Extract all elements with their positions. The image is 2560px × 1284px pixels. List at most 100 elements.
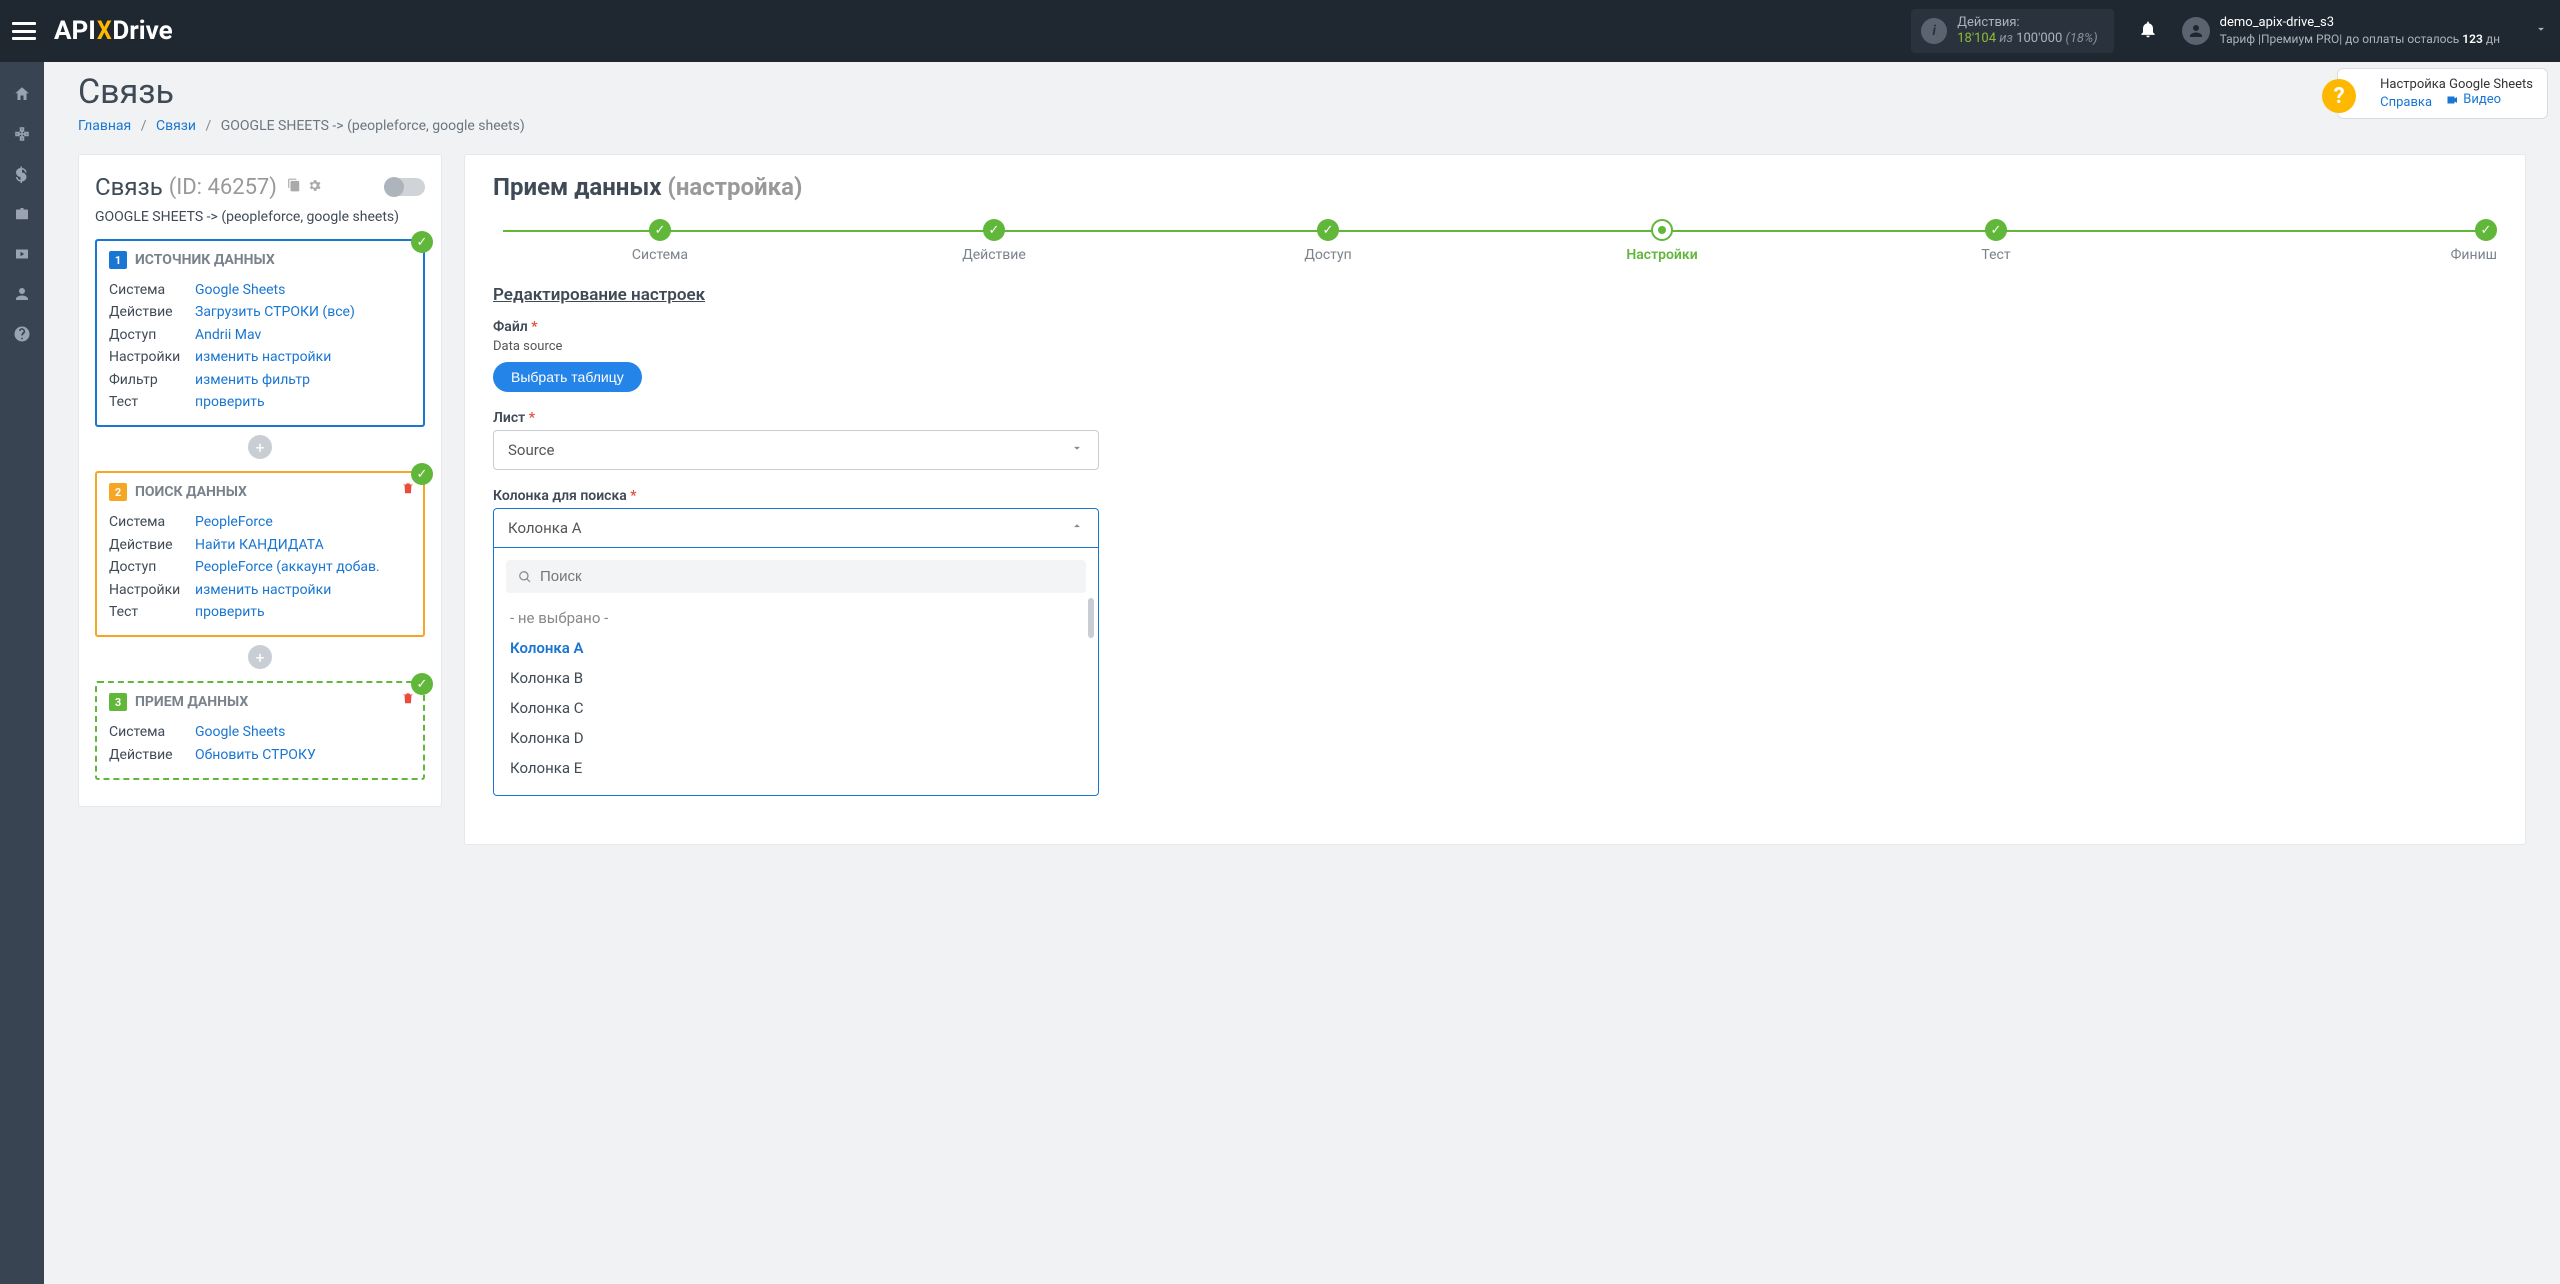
logo-text-x: X (97, 16, 112, 46)
nav-video-icon[interactable] (0, 234, 44, 274)
card-source: ✓ 1ИСТОЧНИК ДАННЫХ СистемаGoogle Sheets … (95, 239, 425, 427)
bell-icon[interactable] (2138, 19, 2158, 43)
add-step-button[interactable]: + (248, 435, 272, 459)
section-title: Редактирование настроек (493, 285, 2497, 305)
card1-settings[interactable]: изменить настройки (195, 346, 331, 368)
sheet-select[interactable]: Source (493, 430, 1099, 470)
dropdown-search[interactable] (506, 560, 1086, 593)
stepper: ✓Система ✓Действие ✓Доступ Настройки ✓Те… (493, 219, 2497, 263)
days-num: 123 (2462, 32, 2483, 46)
actions-of: из (1999, 31, 2013, 46)
step-dot[interactable]: ✓ (1985, 219, 2007, 241)
hamburger-icon[interactable] (12, 22, 36, 40)
step-dot-active[interactable] (1651, 219, 1673, 241)
card1-system[interactable]: Google Sheets (195, 279, 285, 301)
sheet-value: Source (508, 441, 554, 459)
breadcrumb-current: GOOGLE SHEETS -> (peopleforce, google sh… (221, 118, 525, 134)
chevron-down-icon (1070, 441, 1084, 459)
left-panel: Связь (ID: 46257) GOOGLE SHEETS -> (peop… (78, 154, 442, 807)
right-panel: Прием данных (настройка) ✓Система ✓Дейст… (464, 154, 2526, 845)
card1-test[interactable]: проверить (195, 391, 265, 413)
card3-action[interactable]: Обновить СТРОКУ (195, 744, 316, 766)
logo-text-b: Drive (112, 16, 172, 46)
breadcrumb-links[interactable]: Связи (156, 118, 196, 134)
choose-table-button[interactable]: Выбрать таблицу (493, 362, 642, 392)
card-title: ПРИЕМ ДАННЫХ (135, 694, 248, 710)
help-question-icon[interactable]: ? (2322, 79, 2356, 113)
breadcrumb-home[interactable]: Главная (78, 118, 131, 134)
dropdown-option[interactable]: Колонка D (506, 723, 1086, 753)
sheet-label: Лист (493, 410, 525, 426)
column-label: Колонка для поиска (493, 488, 627, 504)
logo-text-a: API (54, 16, 96, 46)
nav-profile-icon[interactable] (0, 274, 44, 314)
card-search: ✓ 2ПОИСК ДАННЫХ СистемаPeopleForce Дейст… (95, 471, 425, 637)
copy-icon[interactable] (287, 178, 301, 197)
search-input[interactable] (540, 568, 1074, 585)
step-label: Тест (1829, 247, 2163, 263)
topbar: APIXDrive i Действия: 18'104 из 100'000 … (0, 0, 2560, 62)
search-icon (518, 570, 532, 584)
column-dropdown: - не выбрано - Колонка A Колонка B Колон… (493, 548, 1099, 796)
add-step-button[interactable]: + (248, 645, 272, 669)
card-title: ИСТОЧНИК ДАННЫХ (135, 252, 275, 268)
step-dot[interactable]: ✓ (983, 219, 1005, 241)
scrollbar[interactable] (1088, 598, 1094, 638)
nav-billing-icon[interactable] (0, 154, 44, 194)
step-dot[interactable]: ✓ (1317, 219, 1339, 241)
logo[interactable]: APIXDrive (54, 16, 173, 46)
page-title: Связь (78, 72, 2526, 112)
user-name: demo_apix-drive_s3 (2220, 15, 2500, 32)
card-dest: ✓ 3ПРИЕМ ДАННЫХ СистемаGoogle Sheets Дей… (95, 681, 425, 780)
card2-system[interactable]: PeopleForce (195, 511, 273, 533)
conn-title: Связь (95, 173, 163, 201)
trash-icon[interactable] (401, 691, 415, 709)
conn-id: (ID: 46257) (169, 175, 277, 200)
actions-counter[interactable]: i Действия: 18'104 из 100'000 (18%) (1911, 9, 2113, 54)
card2-settings[interactable]: изменить настройки (195, 579, 331, 601)
dropdown-option[interactable]: Колонка E (506, 753, 1086, 783)
actions-label: Действия: (1957, 15, 2097, 31)
dropdown-option[interactable]: Колонка B (506, 663, 1086, 693)
actions-pct: (18%) (2066, 31, 2098, 46)
nav-links-icon[interactable] (0, 114, 44, 154)
card2-action[interactable]: Найти КАНДИДАТА (195, 534, 324, 556)
user-menu[interactable]: demo_apix-drive_s3 Тариф |Премиум PRO| д… (2182, 15, 2548, 47)
column-value: Колонка A (508, 519, 582, 537)
card1-action[interactable]: Загрузить СТРОКИ (все) (195, 301, 355, 323)
card1-filter[interactable]: изменить фильтр (195, 369, 310, 391)
nav-home-icon[interactable] (0, 74, 44, 114)
check-icon: ✓ (411, 231, 433, 253)
leftbar (0, 62, 44, 1284)
help-box: ? Настройка Google Sheets Справка Видео (2337, 68, 2548, 119)
dropdown-option[interactable]: Колонка C (506, 693, 1086, 723)
step-label: Действие (827, 247, 1161, 263)
step-dot[interactable]: ✓ (649, 219, 671, 241)
actions-num: 18'104 (1957, 31, 1996, 46)
help-title: Настройка Google Sheets (2380, 77, 2533, 92)
help-link-doc[interactable]: Справка (2380, 95, 2432, 110)
nav-briefcase-icon[interactable] (0, 194, 44, 234)
step-dot[interactable]: ✓ (2475, 219, 2497, 241)
card1-access[interactable]: Andrii Mav (195, 324, 261, 346)
help-link-video[interactable]: Видео (2445, 92, 2501, 107)
trash-icon[interactable] (401, 481, 415, 499)
info-icon: i (1921, 18, 1947, 44)
card-title: ПОИСК ДАННЫХ (135, 484, 247, 500)
nav-help-icon[interactable] (0, 314, 44, 354)
breadcrumb: Главная / Связи / GOOGLE SHEETS -> (peop… (78, 118, 2526, 134)
card2-access[interactable]: PeopleForce (аккаунт добав. (195, 556, 380, 578)
days-unit: дн (2483, 32, 2500, 46)
dropdown-option[interactable]: - не выбрано - (506, 603, 1086, 633)
step-label: Настройки (1495, 247, 1829, 263)
step-label: Доступ (1161, 247, 1495, 263)
gear-icon[interactable] (307, 178, 322, 197)
actions-limit: 100'000 (2016, 31, 2062, 46)
card3-system[interactable]: Google Sheets (195, 721, 285, 743)
column-select[interactable]: Колонка A (493, 508, 1099, 548)
enable-toggle[interactable] (385, 178, 425, 196)
card2-test[interactable]: проверить (195, 601, 265, 623)
dropdown-option-selected[interactable]: Колонка A (506, 633, 1086, 663)
chevron-down-icon (2534, 22, 2548, 40)
tariff-text: Тариф |Премиум PRO| до оплаты осталось (2220, 32, 2463, 46)
